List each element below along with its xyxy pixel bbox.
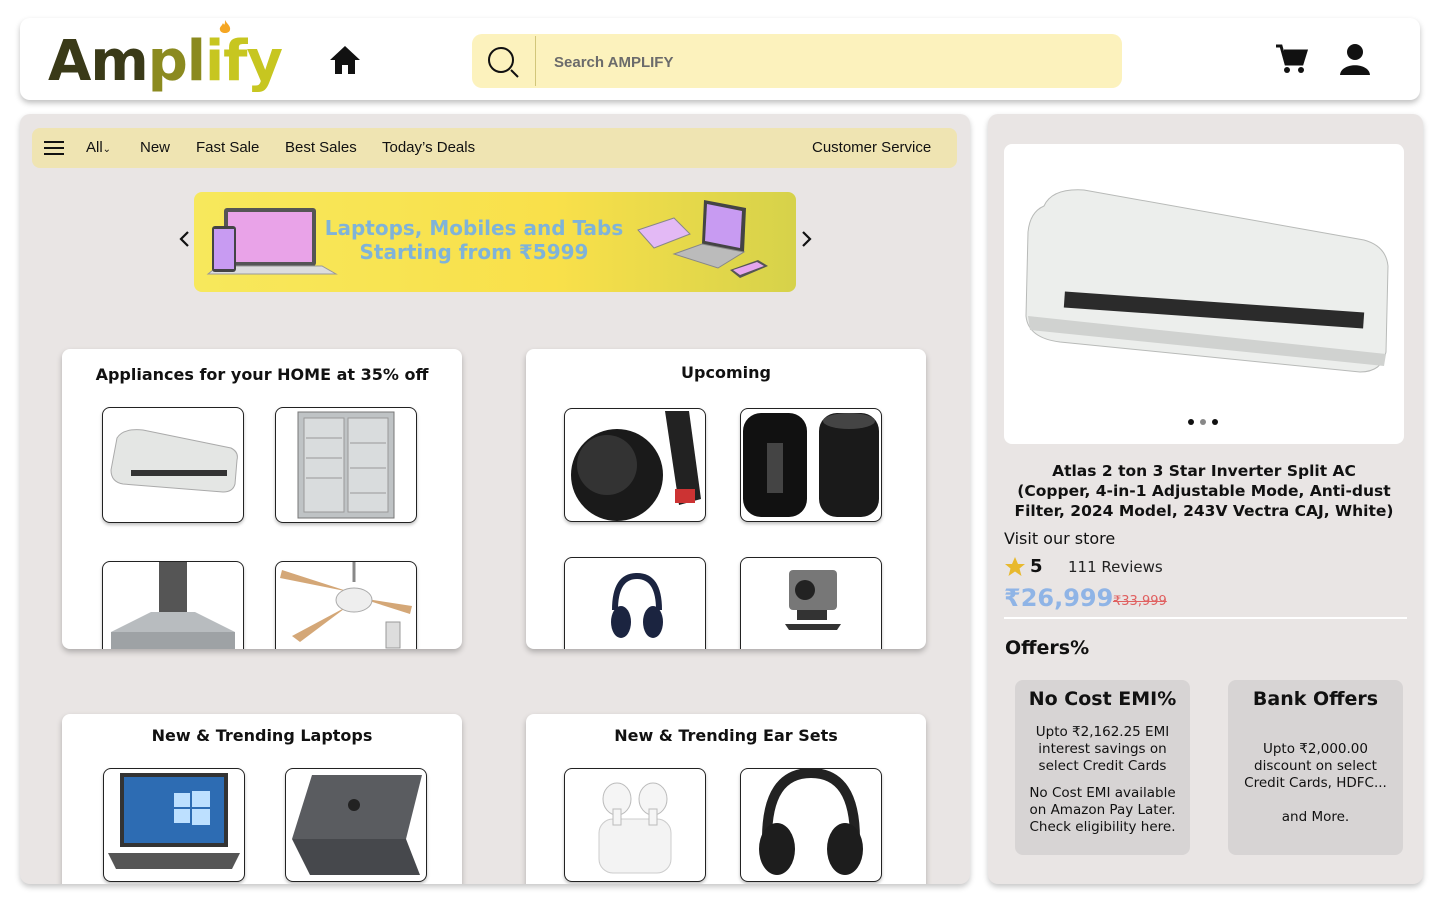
action-camera-icon — [785, 570, 841, 630]
banner-prev-arrow-icon[interactable] — [178, 230, 192, 248]
product-detail-panel: Atlas 2 ton 3 Star Inverter Split AC (Co… — [988, 114, 1423, 884]
banner-next-arrow-icon[interactable] — [799, 230, 813, 248]
windows-laptop-icon — [108, 773, 240, 869]
rating-value: 5 — [1030, 556, 1043, 577]
product-thumb-windows-laptop[interactable] — [103, 768, 245, 882]
chromecast-icon — [571, 411, 701, 521]
search-input[interactable] — [552, 46, 1096, 78]
search-bar — [472, 34, 1122, 88]
nav-item-fast-sale[interactable]: Fast Sale — [196, 139, 259, 156]
home-icon[interactable] — [328, 44, 362, 76]
airpods-pro-icon — [598, 782, 672, 874]
product-thumb-mac-pro[interactable] — [740, 408, 882, 522]
offer-body-2: and More. — [1281, 809, 1350, 825]
banner-text: Laptops, Mobiles and Tabs Starting from … — [314, 216, 634, 264]
product-thumb-airpods-pro[interactable] — [564, 768, 706, 882]
flame-icon — [219, 20, 231, 33]
offer-title: No Cost EMI% — [1028, 688, 1177, 710]
product-thumb-ceiling-fan[interactable] — [275, 561, 417, 649]
product-thumb-air-conditioner[interactable] — [102, 407, 244, 523]
carousel-dots[interactable] — [1187, 418, 1227, 426]
hamburger-menu-icon[interactable] — [44, 140, 64, 156]
nav-item-new[interactable]: New — [140, 139, 170, 156]
offer-body-1: Upto ₹2,162.25 EMI interest savings on s… — [1035, 724, 1170, 774]
banner-line-2: Starting from ₹5999 — [359, 240, 589, 264]
kitchen-chimney-icon — [111, 562, 235, 649]
ear-sets-card: New & Trending Ear Sets — [526, 714, 926, 884]
product-image-carousel[interactable] — [1004, 144, 1404, 444]
banner-line-1: Laptops, Mobiles and Tabs — [324, 216, 624, 240]
top-bar: Amplify — [20, 18, 1420, 100]
headphones-icon — [611, 572, 663, 638]
product-title: Atlas 2 ton 3 Star Inverter Split AC (Co… — [1004, 461, 1404, 521]
product-thumb-chimney[interactable] — [102, 561, 244, 649]
price-divider — [1004, 617, 1407, 619]
product-title-line-2: (Copper, 4-in-1 Adjustable Mode, Anti-du… — [1017, 482, 1391, 500]
product-title-line-1: Atlas 2 ton 3 Star Inverter Split AC — [1052, 462, 1356, 480]
product-thumb-action-camera[interactable] — [740, 557, 882, 649]
offer-body-1: Upto ₹2,000.00 discount on select Credit… — [1244, 741, 1387, 791]
category-nav-bar: All⌄ New Fast Sale Best Sales Today’s De… — [32, 128, 957, 168]
refrigerator-icon — [297, 411, 395, 519]
product-thumb-headphones[interactable] — [564, 557, 706, 649]
card-title-laptops: New & Trending Laptops — [151, 726, 373, 745]
search-icon[interactable] — [486, 46, 522, 80]
amplify-logo[interactable]: Amplify — [48, 32, 283, 92]
chevron-down-icon: ⌄ — [102, 144, 112, 155]
card-title-upcoming: Upcoming — [681, 363, 771, 382]
devices-illustration — [637, 200, 768, 278]
offer-bank-offers[interactable]: Bank Offers Upto ₹2,000.00 discount on s… — [1228, 680, 1403, 855]
split-ac-image — [1025, 189, 1389, 373]
reviews-count[interactable]: 111 Reviews — [1068, 558, 1163, 576]
macbook-icon — [292, 775, 422, 875]
product-title-line-3: Filter, 2024 Model, 243V Vectra CAJ, Whi… — [1014, 502, 1394, 520]
user-account-icon[interactable] — [1338, 42, 1372, 76]
product-price: ₹26,999 — [1004, 584, 1114, 612]
offers-heading: Offers% — [1005, 637, 1090, 659]
main-content-panel: All⌄ New Fast Sale Best Sales Today’s De… — [20, 114, 970, 884]
cart-icon[interactable] — [1274, 42, 1308, 76]
nav-all-label: All — [86, 139, 103, 156]
offer-no-cost-emi[interactable]: No Cost EMI% Upto ₹2,162.25 EMI interest… — [1015, 680, 1190, 855]
product-thumb-macbook[interactable] — [285, 768, 427, 882]
product-thumb-refrigerator[interactable] — [275, 407, 417, 523]
nav-item-customer-service[interactable]: Customer Service — [812, 139, 931, 156]
product-mrp: ₹33,999 — [1113, 594, 1167, 609]
nav-item-todays-deals[interactable]: Today’s Deals — [382, 139, 475, 156]
laptops-card: New & Trending Laptops — [62, 714, 462, 884]
card-title-appliances: Appliances for your HOME at 35% off — [95, 365, 429, 384]
appliances-card: Appliances for your HOME at 35% off — [62, 349, 462, 649]
card-title-ear-sets: New & Trending Ear Sets — [614, 726, 838, 745]
over-ear-headphones-icon — [759, 769, 863, 875]
nav-all-dropdown[interactable]: All⌄ — [86, 139, 111, 156]
offer-body-2: No Cost EMI available on Amazon Pay Late… — [1029, 785, 1176, 835]
ceiling-fan-icon — [280, 562, 412, 649]
upcoming-card: Upcoming — [526, 349, 926, 649]
air-conditioner-icon — [110, 429, 238, 493]
product-thumb-chromecast[interactable] — [564, 408, 706, 522]
mac-pro-icon — [743, 413, 879, 517]
search-separator — [535, 36, 536, 86]
promo-banner[interactable]: Laptops, Mobiles and Tabs Starting from … — [194, 192, 796, 292]
product-thumb-over-ear-headphones[interactable] — [740, 768, 882, 882]
nav-item-best-sales[interactable]: Best Sales — [285, 139, 357, 156]
visit-store-link[interactable]: Visit our store — [1004, 529, 1115, 548]
offer-title: Bank Offers — [1252, 688, 1379, 710]
star-icon — [1005, 557, 1025, 576]
